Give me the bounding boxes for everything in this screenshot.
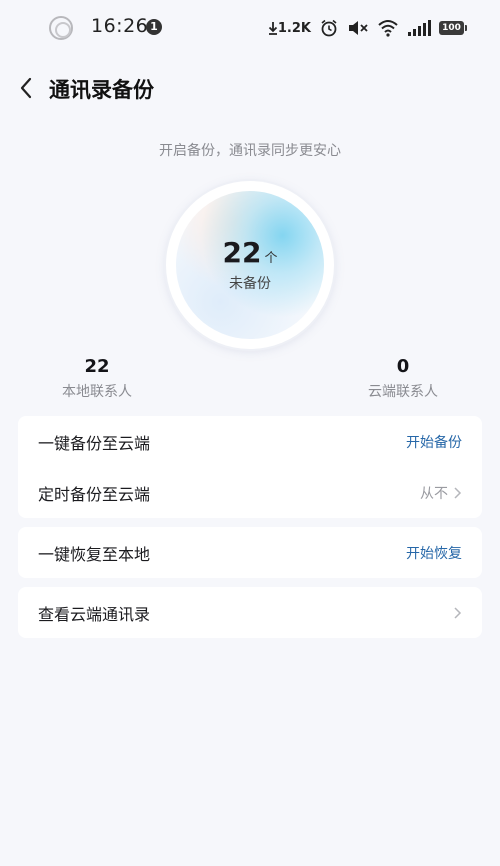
view-cloud-contacts-label: 查看云端通讯录 [38,604,151,624]
scheduled-backup-value: 从不 [420,485,448,502]
alarm-icon [321,19,337,37]
net-speed: 1.2K [277,20,311,36]
net-speed-indicator: 1.2K [268,20,311,36]
back-arrow-icon [20,77,32,99]
scheduled-backup-row[interactable]: 定时备份至云端 从不 [18,467,482,518]
scheduled-backup-label: 定时备份至云端 [38,484,151,504]
unbacked-count-row: 22 个 [0,236,500,269]
chevron-right-icon [454,606,462,619]
cloud-contacts-count: 0 [396,356,410,377]
start-backup-button[interactable]: 开始备份 [406,432,462,452]
cloud-contacts-label: 云端联系人 [368,384,438,400]
one-click-restore-row[interactable]: 一键恢复至本地 开始恢复 [18,527,482,578]
mute-icon [349,21,368,35]
local-contacts-count: 22 [84,356,110,377]
one-click-backup-row[interactable]: 一键备份至云端 开始备份 [18,416,482,467]
restore-card: 一键恢复至本地 开始恢复 [18,527,482,578]
wifi-icon [378,20,398,37]
status-icons: 1.2K 100 [268,18,467,38]
status-time: 16:26 [91,15,149,37]
backup-card: 一键备份至云端 开始备份 定时备份至云端 从不 [18,416,482,518]
battery-icon: 100 [439,21,467,35]
chevron-right-icon [454,486,462,499]
local-contacts-label: 本地联系人 [62,384,132,400]
one-click-restore-label: 一键恢复至本地 [38,544,151,564]
backup-hint: 开启备份，通讯录同步更安心 [159,143,341,159]
status-bar: 16:26 1 1.2K 100 [0,0,500,56]
unbacked-count: 22 [222,236,262,269]
download-arrow-icon [268,22,278,35]
notification-badge: 1 [146,19,162,35]
signal-icon [408,20,431,36]
header: 通讯录备份 [0,62,500,114]
unbacked-caption: 未备份 [229,276,271,292]
local-contacts-stat: 22 本地联系人 [37,356,157,401]
start-restore-button[interactable]: 开始恢复 [406,543,462,563]
view-cloud-contacts-row[interactable]: 查看云端通讯录 [18,587,482,638]
one-click-backup-label: 一键备份至云端 [38,433,151,453]
view-cloud-card: 查看云端通讯录 [18,587,482,638]
cloud-contacts-stat: 0 云端联系人 [343,356,463,401]
unbacked-count-unit: 个 [264,251,278,266]
page-title: 通讯录备份 [49,78,154,102]
record-indicator-icon [49,16,73,40]
back-button[interactable] [10,70,42,106]
